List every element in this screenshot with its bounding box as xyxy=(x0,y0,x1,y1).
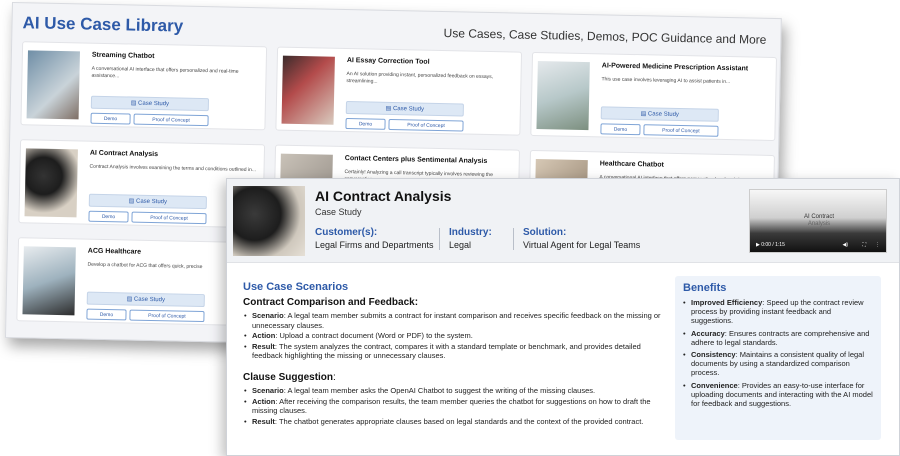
industry-label: Industry: xyxy=(449,227,492,238)
use-case-card[interactable]: AI Essay Correction Tool An AI solution … xyxy=(275,46,523,136)
card-description: This use case involves leveraging AI to … xyxy=(601,76,731,86)
demo-button[interactable]: Demo xyxy=(88,210,129,223)
card-title: Contact Centers plus Sentimental Analysi… xyxy=(344,155,488,165)
customer-meta: Customer(s): Legal Firms and Departments xyxy=(315,227,434,250)
industry-value: Legal xyxy=(449,240,472,250)
demo-button[interactable]: Demo xyxy=(600,123,641,136)
list-item: Action: After receiving the comparison r… xyxy=(243,397,663,416)
use-case-scenarios-heading: Use Case Scenarios xyxy=(243,281,349,293)
scenario-list: Scenario: A legal team member submits a … xyxy=(243,311,663,362)
library-title: AI Use Case Library xyxy=(22,13,184,36)
card-title: AI Contract Analysis xyxy=(89,149,159,159)
more-options-icon[interactable]: ⋮ xyxy=(875,242,880,248)
case-study-button[interactable]: ▤ Case Study xyxy=(86,291,205,308)
card-thumbnail xyxy=(536,61,590,131)
meta-divider xyxy=(439,228,440,250)
case-study-button[interactable]: ▤ Case Study xyxy=(90,95,210,112)
list-item: Result: The chatbot generates appropriat… xyxy=(243,417,663,427)
card-thumbnail xyxy=(281,55,335,125)
meta-divider xyxy=(513,228,514,250)
list-item: Scenario: A legal team member asks the O… xyxy=(243,386,663,396)
scenario-list: Scenario: A legal team member asks the O… xyxy=(243,386,663,427)
video-subtitle: Analysis xyxy=(807,221,831,227)
proof-of-concept-button[interactable]: Proof of Concept xyxy=(129,309,205,323)
industry-meta: Industry: Legal xyxy=(449,227,492,250)
list-item: Convenience: Provides an easy-to-use int… xyxy=(683,381,873,409)
card-description: A conversational AI interface that offer… xyxy=(91,65,239,80)
card-description: An AI solution providing instant, person… xyxy=(346,71,494,85)
demo-button[interactable]: Demo xyxy=(345,118,386,130)
case-study-label: Case Study xyxy=(392,106,425,113)
benefits-heading: Benefits xyxy=(683,282,727,294)
scenario-heading: Contract Comparison and Feedback: xyxy=(243,297,419,308)
case-study-label: Case Study xyxy=(137,100,170,108)
card-thumbnail xyxy=(24,148,78,218)
card-title: ACG Healthcare xyxy=(87,247,142,256)
list-item: Action: Upload a contract document (Word… xyxy=(243,331,663,341)
list-item: Result: The system analyzes the contract… xyxy=(243,342,663,361)
case-study-detail-window: AI Contract Analysis Case Study Customer… xyxy=(226,178,900,456)
video-player[interactable]: AI Contract Analysis ▶ 0:00 / 1:15 ◀) ⛶ … xyxy=(749,189,887,253)
use-case-card[interactable]: AI-Powered Medicine Prescription Assista… xyxy=(530,51,778,142)
solution-meta: Solution: Virtual Agent for Legal Teams xyxy=(523,227,640,250)
use-case-card[interactable]: Streaming Chatbot A conversational AI in… xyxy=(20,41,268,131)
case-study-label: Case Study xyxy=(135,198,168,206)
card-title: Healthcare Chatbot xyxy=(599,160,664,169)
case-study-button[interactable]: ▤ Case Study xyxy=(345,101,464,117)
card-thumbnail xyxy=(26,50,80,120)
detail-thumbnail xyxy=(233,186,305,256)
proof-of-concept-button[interactable]: Proof of Concept xyxy=(388,118,464,132)
demo-button[interactable]: Demo xyxy=(90,112,131,125)
solution-label: Solution: xyxy=(523,227,567,238)
video-controls[interactable]: ▶ 0:00 / 1:15 ◀) ⛶ ⋮ xyxy=(756,242,882,250)
detail-title: AI Contract Analysis xyxy=(315,188,452,204)
card-thumbnail xyxy=(22,246,76,316)
case-study-label: Case Study xyxy=(133,296,166,304)
card-title: AI Essay Correction Tool xyxy=(346,57,430,66)
volume-icon[interactable]: ◀) xyxy=(842,242,848,248)
list-item: Consistency: Maintains a consistent qual… xyxy=(683,350,873,378)
customer-label: Customer(s): xyxy=(315,227,378,238)
detail-header: AI Contract Analysis Case Study Customer… xyxy=(227,179,899,263)
detail-type: Case Study xyxy=(315,207,362,217)
proof-of-concept-button[interactable]: Proof of Concept xyxy=(643,124,719,137)
video-time: 0:00 / 1:15 xyxy=(761,242,785,248)
fullscreen-icon[interactable]: ⛶ xyxy=(862,242,866,248)
demo-button[interactable]: Demo xyxy=(86,308,127,321)
card-title: Streaming Chatbot xyxy=(91,51,155,60)
list-item: Scenario: A legal team member submits a … xyxy=(243,311,663,330)
screenshot-stage: AI Use Case Library Use Cases, Case Stud… xyxy=(0,0,900,456)
benefits-panel: Benefits Improved Efficiency: Speed up t… xyxy=(675,276,881,440)
scenario-heading: Clause Suggestion: xyxy=(243,372,336,383)
proof-of-concept-button[interactable]: Proof of Concept xyxy=(133,113,209,127)
list-item: Improved Efficiency: Speed up the contra… xyxy=(683,298,873,326)
proof-of-concept-button[interactable]: Proof of Concept xyxy=(131,211,207,225)
card-description: Contract Analysis involves examining the… xyxy=(89,163,257,174)
library-subtitle: Use Cases, Case Studies, Demos, POC Guid… xyxy=(443,26,767,47)
video-title: AI Contract xyxy=(803,214,834,220)
customer-value: Legal Firms and Departments xyxy=(315,240,434,250)
list-item: Accuracy: Ensures contracts are comprehe… xyxy=(683,329,873,347)
benefits-list: Improved Efficiency: Speed up the contra… xyxy=(683,298,873,408)
solution-value: Virtual Agent for Legal Teams xyxy=(523,240,641,250)
case-study-label: Case Study xyxy=(647,111,680,118)
case-study-button[interactable]: ▤ Case Study xyxy=(88,193,207,210)
card-title: AI-Powered Medicine Prescription Assista… xyxy=(601,62,749,73)
case-study-button[interactable]: ▤ Case Study xyxy=(600,106,719,122)
